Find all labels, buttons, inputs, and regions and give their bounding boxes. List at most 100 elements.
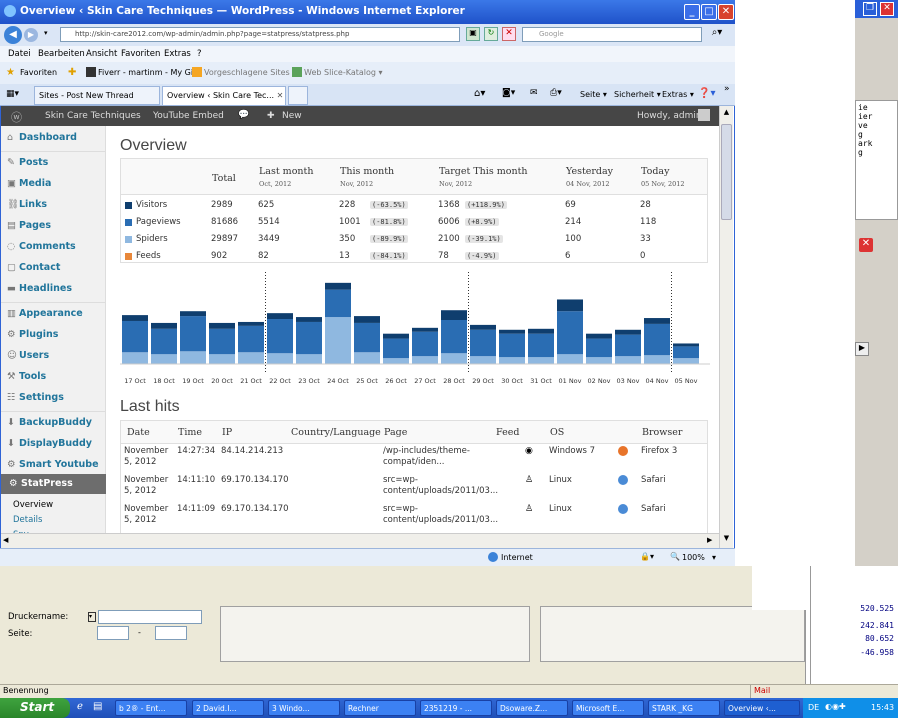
close-icon[interactable]: ✕: [718, 4, 734, 20]
sidebar-item-smart-youtube[interactable]: ⚙ Smart Youtube: [7, 455, 105, 475]
forward-icon[interactable]: ▶: [24, 28, 38, 42]
sidebar-item-headlines[interactable]: ▬ Headlines: [7, 279, 105, 299]
seite-from-input[interactable]: [97, 626, 129, 640]
ie-quicklaunch-icon[interactable]: ℯ: [77, 701, 83, 712]
sidebar-item-comments[interactable]: ◌ Comments: [7, 237, 105, 257]
zoom-dropdown-icon[interactable]: ▾: [712, 553, 716, 562]
close-icon[interactable]: ✕: [880, 2, 894, 16]
sidebar-item-pages[interactable]: ▤ Pages: [7, 216, 105, 236]
address-input[interactable]: http://skin-care2012.com/wp-admin/admin.…: [60, 27, 460, 42]
admin-bar-youtube-embed[interactable]: YouTube Embed: [153, 111, 224, 121]
task-item[interactable]: 3 Windo...: [268, 700, 340, 716]
task-item[interactable]: b 2® - Ent...: [115, 700, 187, 716]
sidebar-item-tools[interactable]: ⚒ Tools: [7, 367, 105, 387]
start-button[interactable]: Start: [0, 698, 70, 718]
home-icon[interactable]: ⌂▾: [474, 88, 485, 99]
admin-bar-new[interactable]: New: [282, 111, 302, 121]
new-tab-button[interactable]: [288, 86, 308, 105]
scroll-right-icon[interactable]: ▶: [707, 536, 712, 544]
print-icon[interactable]: ⎙▾: [550, 88, 562, 98]
refresh-icon[interactable]: ↻: [484, 27, 498, 41]
sidebar-item-settings[interactable]: ☷ Settings: [7, 388, 105, 408]
sidebar-item-contact[interactable]: ▢ Contact: [7, 258, 105, 278]
search-input[interactable]: Google: [522, 27, 702, 42]
submenu-details[interactable]: Details: [13, 515, 42, 525]
language-indicator[interactable]: DE: [808, 703, 819, 712]
sidebar-item-backupbuddy[interactable]: ⬇ BackupBuddy: [7, 413, 105, 433]
scroll-up-icon[interactable]: ▲: [721, 108, 732, 120]
quick-tabs-icon[interactable]: ▦▾: [6, 89, 19, 99]
avatar[interactable]: [698, 109, 710, 121]
task-item[interactable]: 2351219 - ...: [420, 700, 492, 716]
history-dropdown-icon[interactable]: ▾: [44, 29, 48, 37]
sidebar-item-media[interactable]: ▣ Media: [7, 174, 105, 194]
minimize-icon[interactable]: _: [684, 4, 700, 20]
dropdown-icon[interactable]: ▾: [88, 612, 96, 622]
task-item[interactable]: STARK _KG: [648, 700, 720, 716]
restore-icon[interactable]: ❐: [863, 2, 877, 16]
bar-pageviews: [151, 328, 177, 355]
tools-menu[interactable]: Extras ▾: [662, 90, 694, 99]
horizontal-scrollbar[interactable]: ◀ ▶: [1, 533, 719, 548]
zoom-level[interactable]: 100%: [682, 553, 705, 562]
tab-sites-post-new-thread[interactable]: Sites - Post New Thread: [34, 86, 160, 105]
menu-favoriten[interactable]: Favoriten: [121, 49, 160, 59]
task-item[interactable]: Rechner: [344, 700, 416, 716]
scroll-thumb[interactable]: [721, 124, 732, 220]
submenu-overview[interactable]: Overview: [13, 500, 53, 510]
feeds-icon[interactable]: ◙▾: [502, 88, 515, 98]
seite-to-input[interactable]: [155, 626, 187, 640]
task-item[interactable]: 2 David.I...: [192, 700, 264, 716]
admin-bar-howdy[interactable]: Howdy, admin: [637, 111, 702, 121]
wordpress-logo-icon[interactable]: ⓦ: [11, 109, 22, 125]
sidebar-item-links[interactable]: ⛓Links: [7, 195, 105, 215]
protected-mode-icon[interactable]: 🔒▾: [640, 552, 654, 561]
maximize-icon[interactable]: □: [701, 4, 717, 20]
sidebar-item-appearance[interactable]: ▥ Appearance: [7, 304, 105, 324]
sidebar-item-displaybuddy[interactable]: ⬇ DisplayBuddy: [7, 434, 105, 454]
compat-view-icon[interactable]: ▣: [466, 27, 480, 41]
fav-fiverr[interactable]: Fiverr - martinm - My Gigs: [98, 68, 202, 77]
close-icon[interactable]: ✕: [859, 238, 873, 252]
sidebar-item-dashboard[interactable]: ⌂ Dashboard: [7, 128, 105, 148]
task-item-active[interactable]: Overview ‹...: [724, 700, 800, 716]
sidebar-item-posts[interactable]: ✎ Posts: [7, 153, 105, 173]
cell-this: 1001: [339, 217, 361, 227]
scroll-down-icon[interactable]: ▼: [721, 534, 732, 546]
menu-help[interactable]: ?: [197, 49, 202, 59]
fav-suggested-sites[interactable]: Vorgeschlagene Sites ▾: [204, 68, 296, 77]
fav-web-slice[interactable]: Web Slice-Katalog ▾: [304, 68, 383, 77]
close-tab-icon[interactable]: ✕: [277, 91, 284, 100]
menu-ansicht[interactable]: Ansicht: [86, 49, 117, 59]
favorites-button[interactable]: Favoriten: [20, 68, 57, 77]
menu-datei[interactable]: Datei: [8, 49, 31, 59]
mail-icon[interactable]: ✉: [530, 88, 538, 98]
help-icon[interactable]: ❓▾: [698, 88, 715, 99]
search-icon[interactable]: ⌕▾: [706, 27, 728, 42]
stop-icon[interactable]: ✕: [502, 27, 516, 41]
new-plus-icon[interactable]: ✚: [267, 111, 275, 121]
add-favorite-icon[interactable]: ✚: [68, 67, 76, 78]
menu-bearbeiten[interactable]: Bearbeiten: [38, 49, 85, 59]
back-icon[interactable]: ◀: [4, 26, 22, 44]
scroll-left-icon[interactable]: ◀: [3, 536, 8, 544]
sidebar-item-statpress[interactable]: ⚙ StatPress: [1, 474, 106, 494]
menu-extras[interactable]: Extras: [164, 49, 191, 59]
scroll-right-icon[interactable]: ▶: [855, 342, 869, 356]
comments-icon[interactable]: 💬: [238, 110, 249, 120]
task-item[interactable]: Microsoft E...: [572, 700, 644, 716]
page-menu[interactable]: Seite ▾: [580, 90, 607, 99]
vertical-scrollbar[interactable]: ▲ ▼: [719, 106, 733, 548]
more-chevron-icon[interactable]: »: [724, 84, 730, 94]
windows-icon: ◉: [525, 446, 533, 456]
sidebar-item-users[interactable]: ☺ Users: [7, 346, 105, 366]
zoom-icon[interactable]: 🔍: [670, 552, 680, 561]
sidebar-item-plugins[interactable]: ⚙ Plugins: [7, 325, 105, 345]
druckername-input[interactable]: [98, 610, 202, 624]
admin-bar-site[interactable]: Skin Care Techniques: [45, 111, 141, 121]
security-menu[interactable]: Sicherheit ▾: [614, 90, 661, 99]
tab-overview[interactable]: Overview ‹ Skin Care Tec... ✕: [162, 86, 286, 105]
desktop-quicklaunch-icon[interactable]: ▤: [93, 701, 102, 712]
task-item[interactable]: Dsoware.Z...: [496, 700, 568, 716]
tray-icons[interactable]: ◐◉✚: [825, 702, 846, 711]
